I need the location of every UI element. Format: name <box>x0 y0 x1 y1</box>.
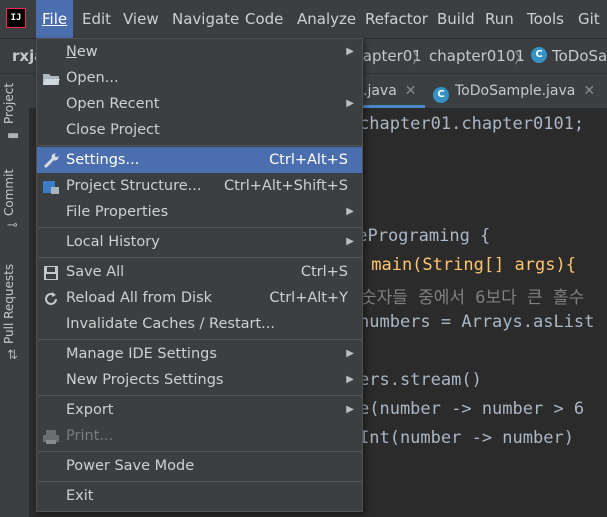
menu-file[interactable]: File <box>36 0 74 38</box>
close-icon[interactable]: ✕ <box>405 83 417 99</box>
pull-request-icon: ⇅ <box>7 348 18 363</box>
menu-git[interactable]: Git <box>572 0 606 38</box>
commit-icon: ⊸ <box>7 218 18 233</box>
menu-separator <box>38 145 362 146</box>
menu-item-manage-ide-settings[interactable]: Manage IDE Settings ▶ <box>37 341 362 367</box>
menu-item-print: Print... <box>37 423 362 449</box>
menu-separator <box>38 339 362 340</box>
breadcrumb-class[interactable]: ToDoSa <box>552 47 607 65</box>
submenu-arrow-icon: ▶ <box>346 404 354 415</box>
menu-refactor[interactable]: Refactor <box>359 0 434 38</box>
menu-separator <box>38 451 362 452</box>
submenu-arrow-icon: ▶ <box>346 374 354 385</box>
left-tool-strip: Project ▬ Commit ⊸ Pull Requests ⇅ <box>0 74 30 517</box>
code-line: vePrograming { <box>347 226 491 246</box>
code-line: main(String[] args){ <box>361 255 576 275</box>
breadcrumb-chapter0101[interactable]: chapter0101 <box>429 47 525 65</box>
menu-view[interactable]: View <box>117 0 165 38</box>
tab-label: ToDoSample.java <box>455 83 576 99</box>
code-line: Int(number -> number) <box>359 428 574 448</box>
printer-icon <box>42 428 60 444</box>
menu-separator <box>38 257 362 258</box>
menu-item-power-save-mode[interactable]: Power Save Mode <box>37 453 362 479</box>
submenu-arrow-icon: ▶ <box>346 98 354 109</box>
code-line: chapter01.chapter0101; <box>359 114 585 134</box>
code-line: ers.stream() <box>359 370 482 390</box>
folder-open-icon <box>42 70 60 86</box>
menu-item-settings[interactable]: Settings... Ctrl+Alt+S <box>37 147 362 173</box>
menu-build[interactable]: Build <box>431 0 481 38</box>
breadcrumb-separator-icon: 〉 <box>514 49 530 67</box>
menu-item-open[interactable]: Open... <box>37 65 362 91</box>
code-line: numbers = Arrays.asList <box>359 312 595 332</box>
menu-separator <box>38 227 362 228</box>
menu-separator <box>38 481 362 482</box>
code-line: e(number -> number > 6 <box>359 399 585 419</box>
submenu-arrow-icon: ▶ <box>346 46 354 57</box>
menu-item-save-all[interactable]: Save All Ctrl+S <box>37 259 362 285</box>
save-icon <box>42 264 60 280</box>
menu-item-project-structure[interactable]: Project Structure... Ctrl+Alt+Shift+S <box>37 173 362 199</box>
submenu-arrow-icon: ▶ <box>346 236 354 247</box>
menu-item-export[interactable]: Export ▶ <box>37 397 362 423</box>
tab-label: .java <box>363 83 397 99</box>
menu-run[interactable]: Run <box>479 0 520 38</box>
tab-todosample[interactable]: C ToDoSample.java ✕ <box>433 74 595 108</box>
pull-requests-tool-button[interactable]: Pull Requests <box>2 264 16 344</box>
menu-item-file-properties[interactable]: File Properties ▶ <box>37 199 362 225</box>
menu-item-new-projects-settings[interactable]: New Projects Settings ▶ <box>37 367 362 393</box>
code-comment: 숫자들 중에서 6보다 큰 홀수 <box>361 288 585 308</box>
menu-item-invalidate-caches[interactable]: Invalidate Caches / Restart... <box>37 311 362 337</box>
menu-item-local-history[interactable]: Local History ▶ <box>37 229 362 255</box>
project-structure-icon <box>42 178 60 194</box>
menu-item-close-project[interactable]: Close Project <box>37 117 362 143</box>
wrench-icon <box>42 152 60 169</box>
menu-item-open-recent[interactable]: Open Recent ▶ <box>37 91 362 117</box>
menu-code[interactable]: Code <box>239 0 289 38</box>
menu-item-exit[interactable]: Exit <box>37 483 362 509</box>
menu-navigate[interactable]: Navigate <box>166 0 245 38</box>
menu-bar: IJ File Edit View Navigate Code Analyze … <box>0 0 607 39</box>
submenu-arrow-icon: ▶ <box>346 348 354 359</box>
menu-analyze[interactable]: Analyze <box>291 0 362 38</box>
file-menu-dropdown: New ▶ Open... Open Recent ▶ Close Projec… <box>36 38 363 512</box>
commit-tool-button[interactable]: Commit <box>2 169 16 216</box>
menu-tools[interactable]: Tools <box>521 0 570 38</box>
class-icon: C <box>433 87 449 103</box>
refresh-icon <box>42 290 60 306</box>
close-icon[interactable]: ✕ <box>583 83 595 99</box>
project-tool-button[interactable]: Project <box>2 83 16 124</box>
new-label: ew <box>76 44 98 60</box>
folder-icon: ▬ <box>7 128 20 143</box>
class-icon: C <box>531 47 547 63</box>
menu-item-reload-all[interactable]: Reload All from Disk Ctrl+Alt+Y <box>37 285 362 311</box>
breadcrumb-separator-icon: 〉 <box>412 49 428 67</box>
menu-separator <box>38 395 362 396</box>
menu-edit[interactable]: Edit <box>76 0 117 38</box>
submenu-arrow-icon: ▶ <box>346 206 354 217</box>
tab-java-file[interactable]: .java ✕ <box>363 74 425 108</box>
intellij-logo-icon[interactable]: IJ <box>6 8 26 28</box>
menu-item-new[interactable]: New ▶ <box>37 39 362 65</box>
